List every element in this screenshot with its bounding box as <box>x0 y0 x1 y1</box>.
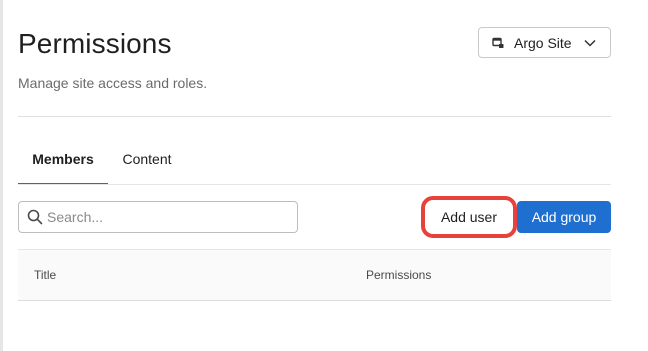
site-selector-label: Argo Site <box>514 34 572 51</box>
column-header-title[interactable]: Title <box>34 268 56 282</box>
tab-content-label: Content <box>122 151 172 167</box>
left-border <box>0 0 3 351</box>
tab-bar-divider <box>18 184 611 185</box>
page-title: Permissions <box>18 28 172 59</box>
site-icon <box>492 37 504 49</box>
tab-content[interactable]: Content <box>121 141 173 185</box>
tab-bar: Members Content <box>18 141 611 185</box>
site-selector-dropdown[interactable]: Argo Site <box>478 27 611 58</box>
search-input[interactable] <box>47 203 297 231</box>
chevron-down-icon <box>584 39 596 47</box>
page-subtitle: Manage site access and roles. <box>18 75 208 91</box>
add-user-button[interactable]: Add user <box>421 196 517 238</box>
table-header: Title Permissions <box>18 249 611 301</box>
tab-members-label: Members <box>32 151 94 167</box>
search-icon <box>27 209 43 225</box>
add-group-button[interactable]: Add group <box>517 201 611 233</box>
search-box <box>18 201 298 233</box>
permissions-page: Permissions Manage site access and roles… <box>18 0 618 351</box>
tab-members[interactable]: Members <box>18 141 108 185</box>
header-divider <box>18 116 611 117</box>
column-header-permissions[interactable]: Permissions <box>366 268 431 282</box>
